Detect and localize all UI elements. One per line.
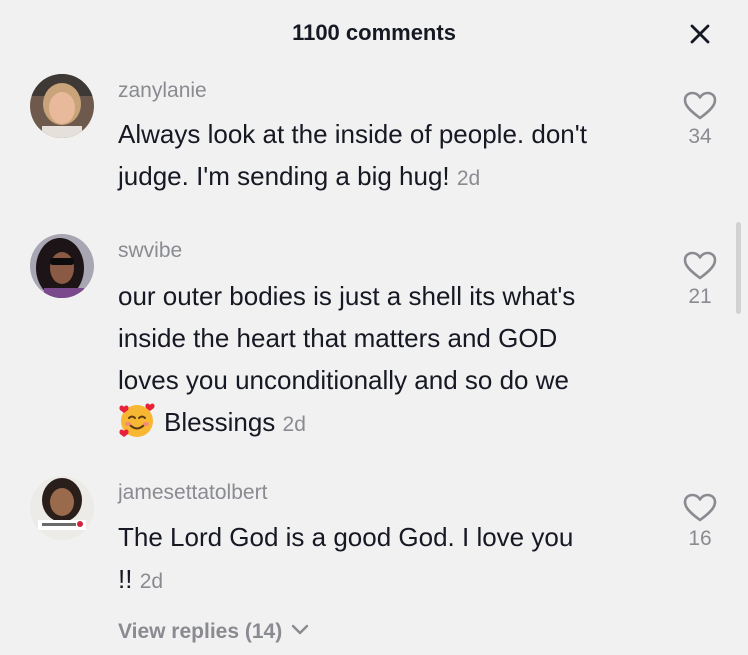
comment-text: Always look at the inside of people. don… (118, 113, 638, 200)
close-icon[interactable] (688, 22, 712, 46)
avatar[interactable] (30, 476, 94, 540)
like-count: 34 (688, 125, 712, 148)
like-control[interactable]: 34 (680, 91, 720, 149)
comments-sheet: 1100 comments zanylanie Always look at t… (0, 0, 748, 655)
comment-text: our outer bodies is just a shell its wha… (118, 275, 658, 446)
comment-username[interactable]: zanylanie (118, 79, 207, 103)
comment-line: loves you unconditionally and so do we (118, 365, 569, 395)
comment-body: The Lord God is a good God. I love you !… (118, 522, 574, 594)
comment-line: Blessings 2d (118, 401, 658, 446)
avatar[interactable] (30, 74, 94, 138)
comment-username[interactable]: jamesettatolbert (118, 481, 267, 505)
comment-time: 2d (282, 413, 306, 436)
avatar[interactable] (30, 234, 94, 298)
comment-line: our outer bodies is just a shell its wha… (118, 281, 576, 311)
comment-body: Always look at the inside of people. don… (118, 119, 587, 191)
comments-count-title: 1100 comments (292, 20, 456, 45)
heart-icon[interactable] (683, 91, 717, 121)
view-replies-label: View replies (14) (118, 620, 283, 643)
like-control[interactable]: 16 (680, 493, 720, 551)
smiling-face-with-hearts-icon (119, 403, 155, 437)
view-replies-button[interactable]: View replies (14) (118, 620, 310, 644)
like-count: 21 (688, 285, 712, 308)
comments-header: 1100 comments (0, 0, 748, 66)
like-control[interactable]: 21 (680, 251, 720, 309)
chevron-down-icon (291, 624, 309, 635)
comment-time: 2d (139, 570, 164, 593)
comment-time: 2d (456, 167, 481, 190)
comment-text: The Lord God is a good God. I love you !… (118, 516, 588, 603)
comment-username[interactable]: swvibe (118, 239, 182, 263)
comment-body: Blessings (164, 407, 276, 437)
heart-icon[interactable] (683, 251, 717, 281)
comment-line: inside the heart that matters and GOD (118, 323, 558, 353)
like-count: 16 (688, 527, 712, 550)
heart-icon[interactable] (683, 493, 717, 523)
scrollbar[interactable] (736, 222, 741, 314)
